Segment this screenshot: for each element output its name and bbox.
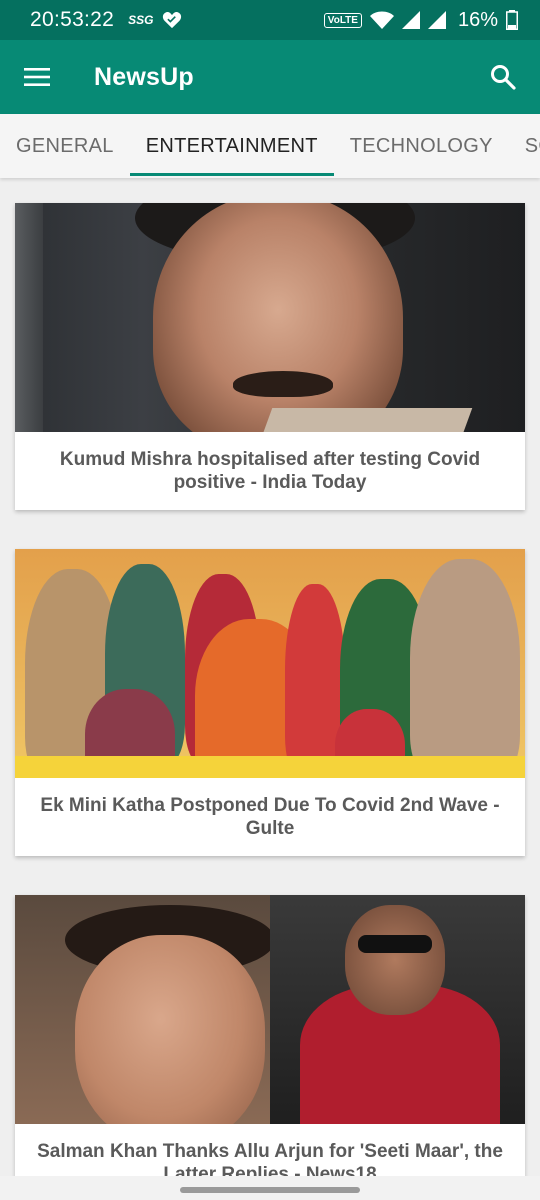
news-card[interactable]: Ek Mini Katha Postponed Due To Covid 2nd… [15, 549, 525, 856]
status-left-icons: SSG [128, 11, 181, 29]
wifi-icon [369, 11, 394, 29]
status-right-icons: VoLTE 16% [323, 8, 518, 32]
heart-icon [162, 11, 181, 29]
news-thumbnail [15, 895, 525, 1124]
category-tabs: GENERAL ENTERTAINMENT TECHNOLOGY SCIENCE [0, 114, 540, 178]
news-thumbnail [15, 549, 525, 778]
news-card[interactable]: Kumud Mishra hospitalised after testing … [15, 203, 525, 510]
news-card[interactable]: Salman Khan Thanks Allu Arjun for 'Seeti… [15, 895, 525, 1200]
tab-technology[interactable]: TECHNOLOGY [334, 114, 509, 178]
status-time: 20:53:22 [30, 8, 115, 31]
tab-entertainment[interactable]: ENTERTAINMENT [129, 114, 334, 178]
signal-icon [401, 11, 420, 29]
battery-percent: 16% [457, 8, 498, 31]
search-button[interactable] [466, 40, 540, 114]
app-bar: NewsUp [0, 40, 540, 114]
news-headline: Ek Mini Katha Postponed Due To Covid 2nd… [40, 795, 500, 839]
menu-button[interactable] [0, 40, 74, 114]
news-headline: Kumud Mishra hospitalised after testing … [59, 449, 481, 493]
search-icon [491, 65, 516, 90]
home-gesture-handle[interactable] [180, 1187, 360, 1193]
tab-science[interactable]: SCIENCE [509, 114, 540, 178]
tab-general[interactable]: GENERAL [0, 114, 130, 178]
news-thumbnail [15, 203, 525, 432]
signal-icon-secondary [427, 11, 446, 29]
news-feed[interactable]: Kumud Mishra hospitalised after testing … [0, 178, 540, 1200]
hamburger-menu-icon [24, 68, 50, 86]
status-bar: 20:53:22 SSG VoLTE 16% [0, 0, 540, 40]
volte-badge: VoLTE [323, 12, 362, 28]
battery-icon [506, 10, 518, 30]
app-title: NewsUp [94, 62, 194, 91]
carrier-badge: SSG [128, 13, 154, 27]
